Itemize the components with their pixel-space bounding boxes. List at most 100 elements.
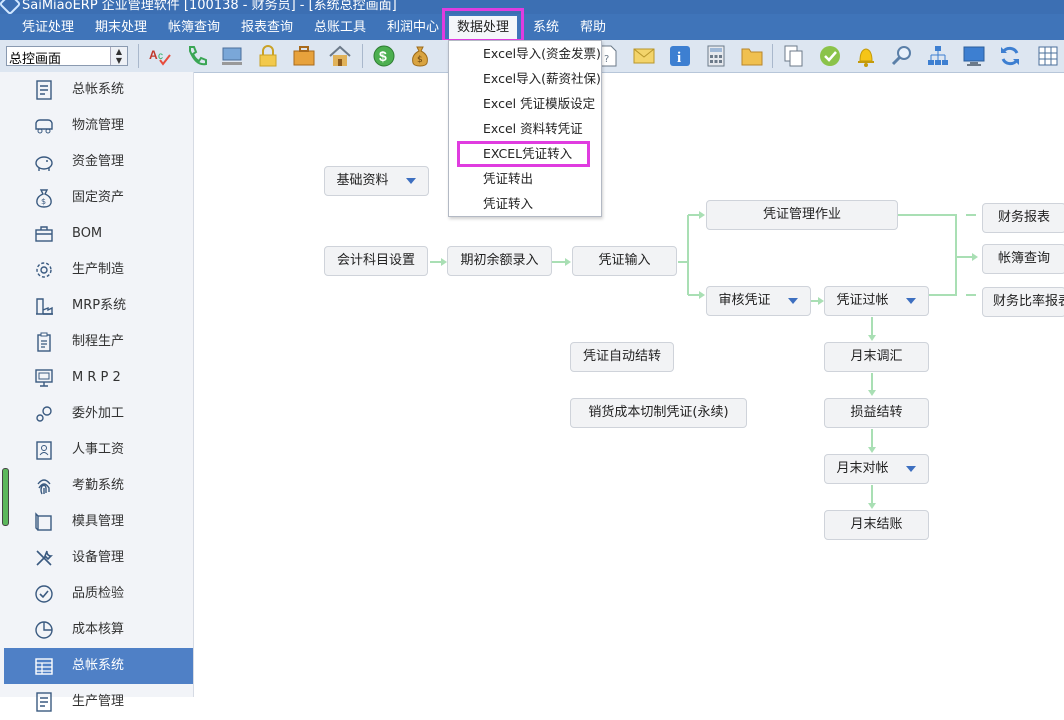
node-financial-ratio-report[interactable]: 财务比率报表 [982, 287, 1064, 317]
node-voucher-posting[interactable]: 凭证过帐 [824, 286, 929, 316]
node-account-setup[interactable]: 会计科目设置 [324, 246, 428, 276]
svg-text:i: i [677, 50, 681, 66]
toolbar-separator [772, 44, 773, 68]
menu-item-excel-import-invoice[interactable]: Excel导入(资金发票) [483, 41, 601, 66]
menu-item-excel-to-voucher[interactable]: Excel 资料转凭证 [483, 116, 583, 141]
menu-reports[interactable]: 报表查询 [241, 14, 293, 40]
dollar-icon[interactable]: $ [372, 44, 396, 68]
svg-text:$: $ [379, 48, 387, 64]
sidebar-item[interactable]: 人事工资 [4, 432, 193, 468]
sidebar-item-label: 总帐系统 [72, 82, 125, 97]
node-sales-cost-voucher[interactable]: 销货成本切制凭证(永续) [570, 398, 747, 428]
lock-icon[interactable] [256, 44, 280, 68]
sidebar-item[interactable]: $ 固定资产 [4, 180, 193, 216]
title-bar: SaiMiaoERP 企业管理软件 [100138 - 财务员] - [系统总控… [0, 0, 1064, 14]
grid-icon[interactable] [1036, 44, 1060, 68]
refresh-icon[interactable] [998, 44, 1022, 68]
menu-voucher[interactable]: 凭证处理 [22, 14, 74, 40]
pie-chart-icon [33, 620, 55, 640]
sidebar-item[interactable]: 模具管理 [4, 504, 193, 540]
sidebar-item[interactable]: 生产管理 [4, 684, 193, 720]
menu-help[interactable]: 帮助 [580, 14, 606, 40]
menu-item-highlight-box [457, 141, 590, 167]
sidebar-item[interactable]: 设备管理 [4, 540, 193, 576]
sidebar-item[interactable]: 总帐系统 [4, 648, 193, 684]
node-month-end-reconcile[interactable]: 月末对帐 [824, 454, 929, 484]
sidebar-item[interactable]: 总帐系统 [4, 72, 193, 108]
sidebar-item[interactable]: M R P 2 [4, 360, 193, 396]
copy-icon[interactable] [782, 44, 806, 68]
ledger-icon [33, 692, 55, 712]
node-audit-voucher[interactable]: 审核凭证 [706, 286, 811, 316]
node-book-query[interactable]: 帐簿查询 [982, 244, 1064, 274]
menu-item-excel-template[interactable]: Excel 凭证模版设定 [483, 91, 595, 116]
spell-check-icon[interactable]: Ac [148, 44, 172, 68]
node-basic-data[interactable]: 基础资料 [324, 166, 429, 196]
folder-icon[interactable] [740, 44, 764, 68]
bell-icon[interactable] [854, 44, 878, 68]
sidebar-item[interactable]: 品质检验 [4, 576, 193, 612]
chevron-updown-icon[interactable]: ▲ ▼ [110, 47, 127, 65]
node-label: 月末对帐 [836, 461, 889, 476]
node-pl-transfer[interactable]: 损益结转 [824, 398, 929, 428]
sidebar-item[interactable]: 资金管理 [4, 144, 193, 180]
menu-item-voucher-export[interactable]: 凭证转出 [483, 166, 533, 191]
toolbox-icon [33, 224, 55, 244]
sidebar-item[interactable]: 生产制造 [4, 252, 193, 288]
chevron-down-icon[interactable] [906, 466, 916, 472]
mail-icon[interactable] [632, 44, 656, 68]
check-icon[interactable] [818, 44, 842, 68]
toolbar-separator [362, 44, 363, 68]
menu-period-end[interactable]: 期末处理 [95, 14, 147, 40]
node-label: 销货成本切制凭证(永续) [588, 405, 729, 420]
sidebar-item-label: 人事工资 [72, 442, 125, 457]
node-label: 凭证管理作业 [762, 207, 841, 222]
node-financial-report[interactable]: 财务报表 [982, 203, 1064, 233]
sidebar-item[interactable]: 成本核算 [4, 612, 193, 648]
chevron-down-icon[interactable] [406, 178, 416, 184]
node-label: 财务比率报表 [993, 294, 1064, 309]
sidebar-item[interactable]: 物流管理 [4, 108, 193, 144]
briefcase-icon[interactable] [292, 44, 316, 68]
menu-system[interactable]: 系统 [533, 14, 559, 40]
node-month-end-close[interactable]: 月末结账 [824, 510, 929, 540]
toolbar-separator [138, 44, 139, 68]
monitor-icon [33, 368, 55, 388]
node-label: 会计科目设置 [336, 253, 415, 268]
sidebar-item[interactable]: 考勤系统 [4, 468, 193, 504]
sidebar-item[interactable]: 委外加工 [4, 396, 193, 432]
home-icon[interactable] [328, 44, 352, 68]
computer-icon[interactable] [220, 44, 244, 68]
connector [678, 214, 700, 296]
sidebar-item[interactable]: BOM [4, 216, 193, 252]
sidebar-item-label: 资金管理 [72, 154, 125, 169]
info-icon[interactable]: i [668, 44, 692, 68]
menu-bar: 凭证处理 期末处理 帐簿查询 报表查询 总账工具 利润中心 系统 帮助 [0, 14, 1064, 40]
chevron-down-icon[interactable] [906, 298, 916, 304]
connector-arrow [868, 447, 876, 453]
screen-select[interactable]: 总控画面 ▲ ▼ [6, 46, 128, 67]
menu-item-voucher-import[interactable]: 凭证转入 [483, 191, 533, 216]
money-bag-icon[interactable]: $ [408, 44, 432, 68]
chevron-down-icon[interactable] [788, 298, 798, 304]
monitor-icon[interactable] [962, 44, 986, 68]
org-chart-icon[interactable] [926, 44, 950, 68]
phone-icon[interactable] [184, 44, 208, 68]
svg-text:$: $ [41, 197, 46, 206]
menu-books[interactable]: 帐簿查询 [168, 14, 220, 40]
sidebar-item[interactable]: 制程生产 [4, 324, 193, 360]
sidebar-item[interactable]: MRP系统 [4, 288, 193, 324]
menu-profit-center[interactable]: 利润中心 [387, 14, 439, 40]
search-icon[interactable] [890, 44, 914, 68]
node-voucher-input[interactable]: 凭证输入 [572, 246, 677, 276]
node-auto-transfer[interactable]: 凭证自动结转 [570, 342, 674, 372]
menu-ledger-tools[interactable]: 总账工具 [314, 14, 366, 40]
node-month-end-adjust[interactable]: 月末调汇 [824, 342, 929, 372]
node-label: 损益结转 [850, 405, 903, 420]
node-opening-balance[interactable]: 期初余额录入 [447, 246, 552, 276]
connector-arrow [868, 335, 876, 341]
menu-item-excel-import-payroll[interactable]: Excel导入(薪资社保) [483, 66, 601, 91]
calculator-icon[interactable] [704, 44, 728, 68]
node-voucher-management[interactable]: 凭证管理作业 [706, 200, 898, 230]
table-icon [33, 656, 55, 676]
